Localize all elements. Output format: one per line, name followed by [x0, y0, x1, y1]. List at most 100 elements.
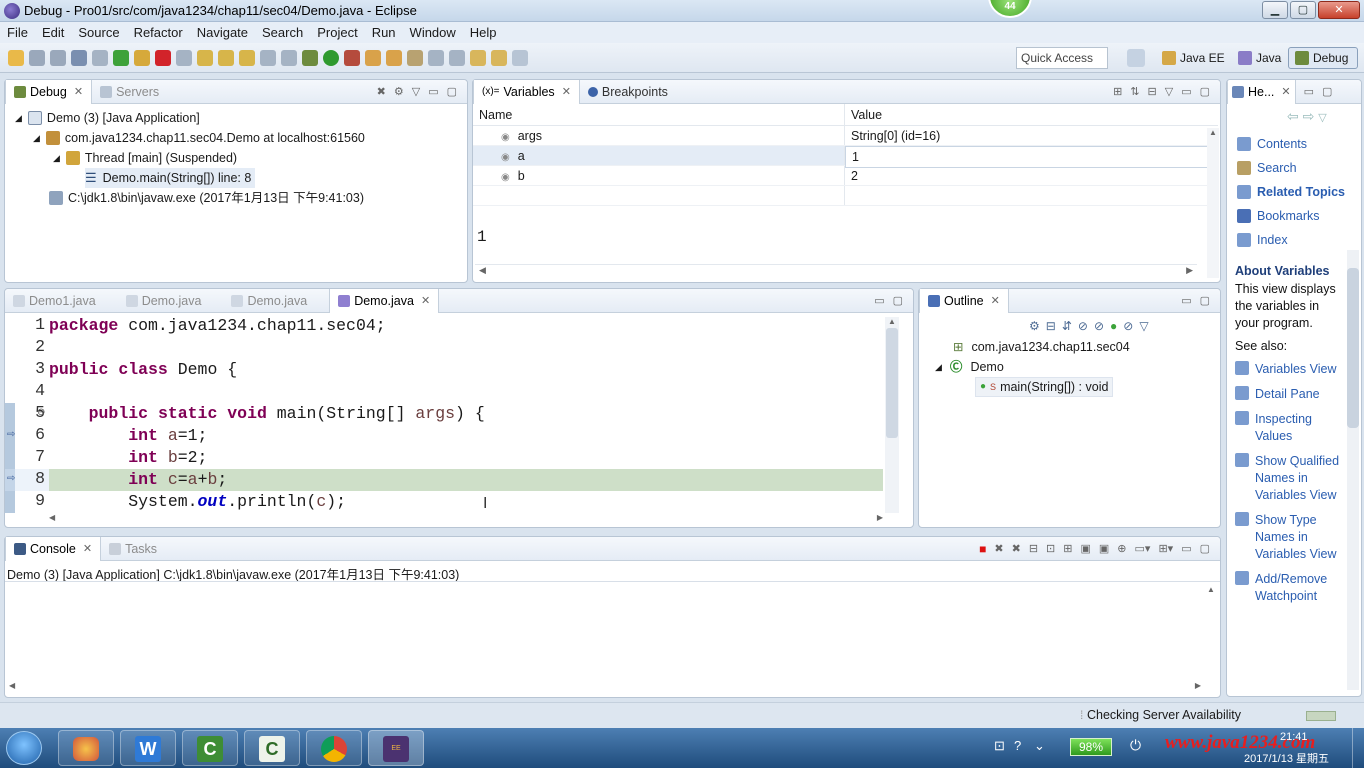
tab-console[interactable]: Console ✕: [5, 536, 102, 561]
variable-row-a[interactable]: ◉ a 1: [473, 146, 1218, 168]
menu-source[interactable]: Source: [71, 22, 126, 43]
taskbar-eclipse[interactable]: EE: [368, 730, 424, 766]
scroll-right-icon[interactable]: ▶: [1195, 681, 1201, 695]
tray-help-icon[interactable]: ?: [1014, 738, 1021, 753]
remove-terminated-icon[interactable]: ✖: [377, 85, 386, 98]
collapse-all-icon[interactable]: ⊟: [1148, 85, 1157, 98]
minimize-view-icon[interactable]: ▭: [1181, 294, 1191, 307]
display-console-icon[interactable]: ▭▾: [1135, 542, 1151, 555]
maximize-view-icon[interactable]: ▢: [893, 294, 903, 307]
tab-breakpoints[interactable]: Breakpoints: [580, 80, 676, 104]
scroll-left-icon[interactable]: ◀: [9, 681, 15, 695]
taskbar-app-1[interactable]: [58, 730, 114, 766]
open-task-icon[interactable]: [386, 49, 402, 66]
maximize-button[interactable]: ▢: [1290, 1, 1316, 19]
see-also-watchpoint[interactable]: Add/Remove Watchpoint: [1235, 571, 1345, 605]
editor-hscrollbar[interactable]: ◀ ▶: [49, 513, 883, 527]
close-tab-icon[interactable]: ✕: [562, 80, 571, 104]
scroll-lock-icon[interactable]: ⊡: [1046, 542, 1055, 555]
hide-nonpublic-icon[interactable]: ●: [1110, 319, 1117, 333]
close-tab-icon[interactable]: ✕: [991, 289, 1000, 313]
perspective-java-ee[interactable]: Java EE: [1156, 47, 1231, 69]
remove-all-icon[interactable]: ✖: [1012, 542, 1021, 555]
close-button[interactable]: ✕: [1318, 1, 1360, 19]
taskbar-word[interactable]: W: [120, 730, 176, 766]
scroll-up-icon[interactable]: ▲: [885, 317, 899, 326]
print-icon[interactable]: [71, 49, 87, 66]
see-also-show-qualified[interactable]: Show Qualified Names in Variables View: [1235, 453, 1345, 504]
help-link-index[interactable]: Index: [1237, 228, 1347, 252]
hide-fields-icon[interactable]: ⊘: [1078, 319, 1088, 333]
expand-icon[interactable]: ◢: [935, 357, 942, 377]
help-link-related[interactable]: Related Topics: [1237, 180, 1347, 204]
suspend-icon[interactable]: [134, 49, 150, 66]
variable-value[interactable]: 1: [845, 146, 1217, 168]
perspective-java[interactable]: Java: [1232, 47, 1287, 69]
menu-search[interactable]: Search: [255, 22, 310, 43]
detail-hscrollbar[interactable]: ◀ ▶: [475, 264, 1197, 278]
battery-indicator[interactable]: 98%: [1070, 738, 1112, 756]
quick-access-input[interactable]: Quick Access: [1016, 47, 1108, 69]
minimize-button[interactable]: ▁: [1262, 1, 1288, 19]
view-menu-tool-icon[interactable]: ⚙: [394, 85, 404, 98]
scroll-up-icon[interactable]: ▲: [1205, 585, 1217, 594]
detail-pane[interactable]: 1: [477, 228, 487, 246]
close-tab-icon[interactable]: ✕: [83, 537, 92, 561]
tree-process[interactable]: C:\jdk1.8\bin\javaw.exe (2017年1月13日 下午9:…: [49, 188, 364, 208]
help-link-search[interactable]: Search: [1237, 156, 1347, 180]
disconnect-icon[interactable]: [176, 49, 192, 66]
outline-method[interactable]: ● Smain(String[]) : void: [975, 377, 1114, 397]
clock-time[interactable]: 21:41: [1280, 731, 1308, 743]
maximize-view-icon[interactable]: ▢: [447, 85, 457, 98]
console-hscrollbar[interactable]: ◀ ▶: [9, 681, 1201, 695]
start-button[interactable]: [6, 731, 42, 765]
collapse-icon[interactable]: ⊟: [1046, 319, 1056, 333]
taskbar-camtasia-2[interactable]: C: [244, 730, 300, 766]
tree-launch[interactable]: ◢ Demo (3) [Java Application]: [15, 108, 200, 128]
variable-row-args[interactable]: ◉ args String[0] (id=16): [473, 126, 1218, 146]
maximize-view-icon[interactable]: ▢: [1200, 294, 1210, 307]
show-on-stderr-icon[interactable]: ▣: [1099, 542, 1109, 555]
variable-row-b[interactable]: ◉ b 2: [473, 166, 1218, 186]
perspective-debug[interactable]: Debug: [1288, 47, 1358, 69]
expand-icon[interactable]: ◢: [53, 148, 60, 168]
step-over-icon[interactable]: [218, 49, 234, 66]
see-also-detail-pane[interactable]: Detail Pane: [1235, 386, 1345, 403]
outline-package[interactable]: ⊞ com.java1234.chap11.sec04: [919, 337, 1219, 357]
last-edit-icon[interactable]: [470, 49, 486, 66]
open-type-icon[interactable]: [365, 49, 381, 66]
expand-icon[interactable]: ◢: [15, 108, 22, 128]
help-back-icon[interactable]: ⇦: [1287, 108, 1299, 124]
help-vscrollbar[interactable]: [1347, 250, 1359, 690]
drop-to-frame-icon[interactable]: [260, 49, 276, 66]
see-also-show-type-names[interactable]: Show Type Names in Variables View: [1235, 512, 1345, 563]
terminate-console-icon[interactable]: ■: [979, 542, 986, 556]
see-also-variables-view[interactable]: Variables View: [1235, 361, 1345, 378]
tree-stack-frame[interactable]: ☰ Demo.main(String[]) line: 8: [85, 168, 256, 188]
menu-project[interactable]: Project: [310, 22, 364, 43]
minimize-view-icon[interactable]: ▭: [1304, 85, 1314, 98]
show-on-stdout-icon[interactable]: ▣: [1080, 542, 1090, 555]
run-icon[interactable]: [323, 49, 339, 66]
step-into-icon[interactable]: [197, 49, 213, 66]
code-line-9[interactable]: System.out.println(c);: [49, 491, 346, 513]
external-tools-icon[interactable]: [344, 49, 360, 66]
forward-icon[interactable]: [512, 49, 528, 66]
use-step-filters-icon[interactable]: [281, 49, 297, 66]
code-line-6[interactable]: int a=1;: [49, 425, 207, 447]
minimize-view-icon[interactable]: ▭: [874, 294, 884, 307]
next-annotation-icon[interactable]: [428, 49, 444, 66]
tab-demo-java-active[interactable]: Demo.java ✕: [329, 289, 440, 313]
tray-arrow-icon[interactable]: ⌄: [1034, 738, 1045, 754]
close-tab-icon[interactable]: ✕: [74, 80, 83, 104]
tree-target[interactable]: ◢ com.java1234.chap11.sec04.Demo at local…: [33, 128, 365, 148]
column-name-header[interactable]: Name: [473, 104, 845, 125]
help-menu-icon[interactable]: ▽: [1318, 112, 1326, 124]
save-all-icon[interactable]: [50, 49, 66, 66]
maximize-view-icon[interactable]: ▢: [1200, 542, 1210, 555]
hide-local-types-icon[interactable]: ⊘: [1123, 319, 1133, 333]
help-link-contents[interactable]: Contents: [1237, 132, 1347, 156]
maximize-view-icon[interactable]: ▢: [1200, 85, 1210, 98]
scroll-left-icon[interactable]: ◀: [49, 513, 55, 527]
scroll-left-icon[interactable]: ◀: [479, 265, 486, 278]
